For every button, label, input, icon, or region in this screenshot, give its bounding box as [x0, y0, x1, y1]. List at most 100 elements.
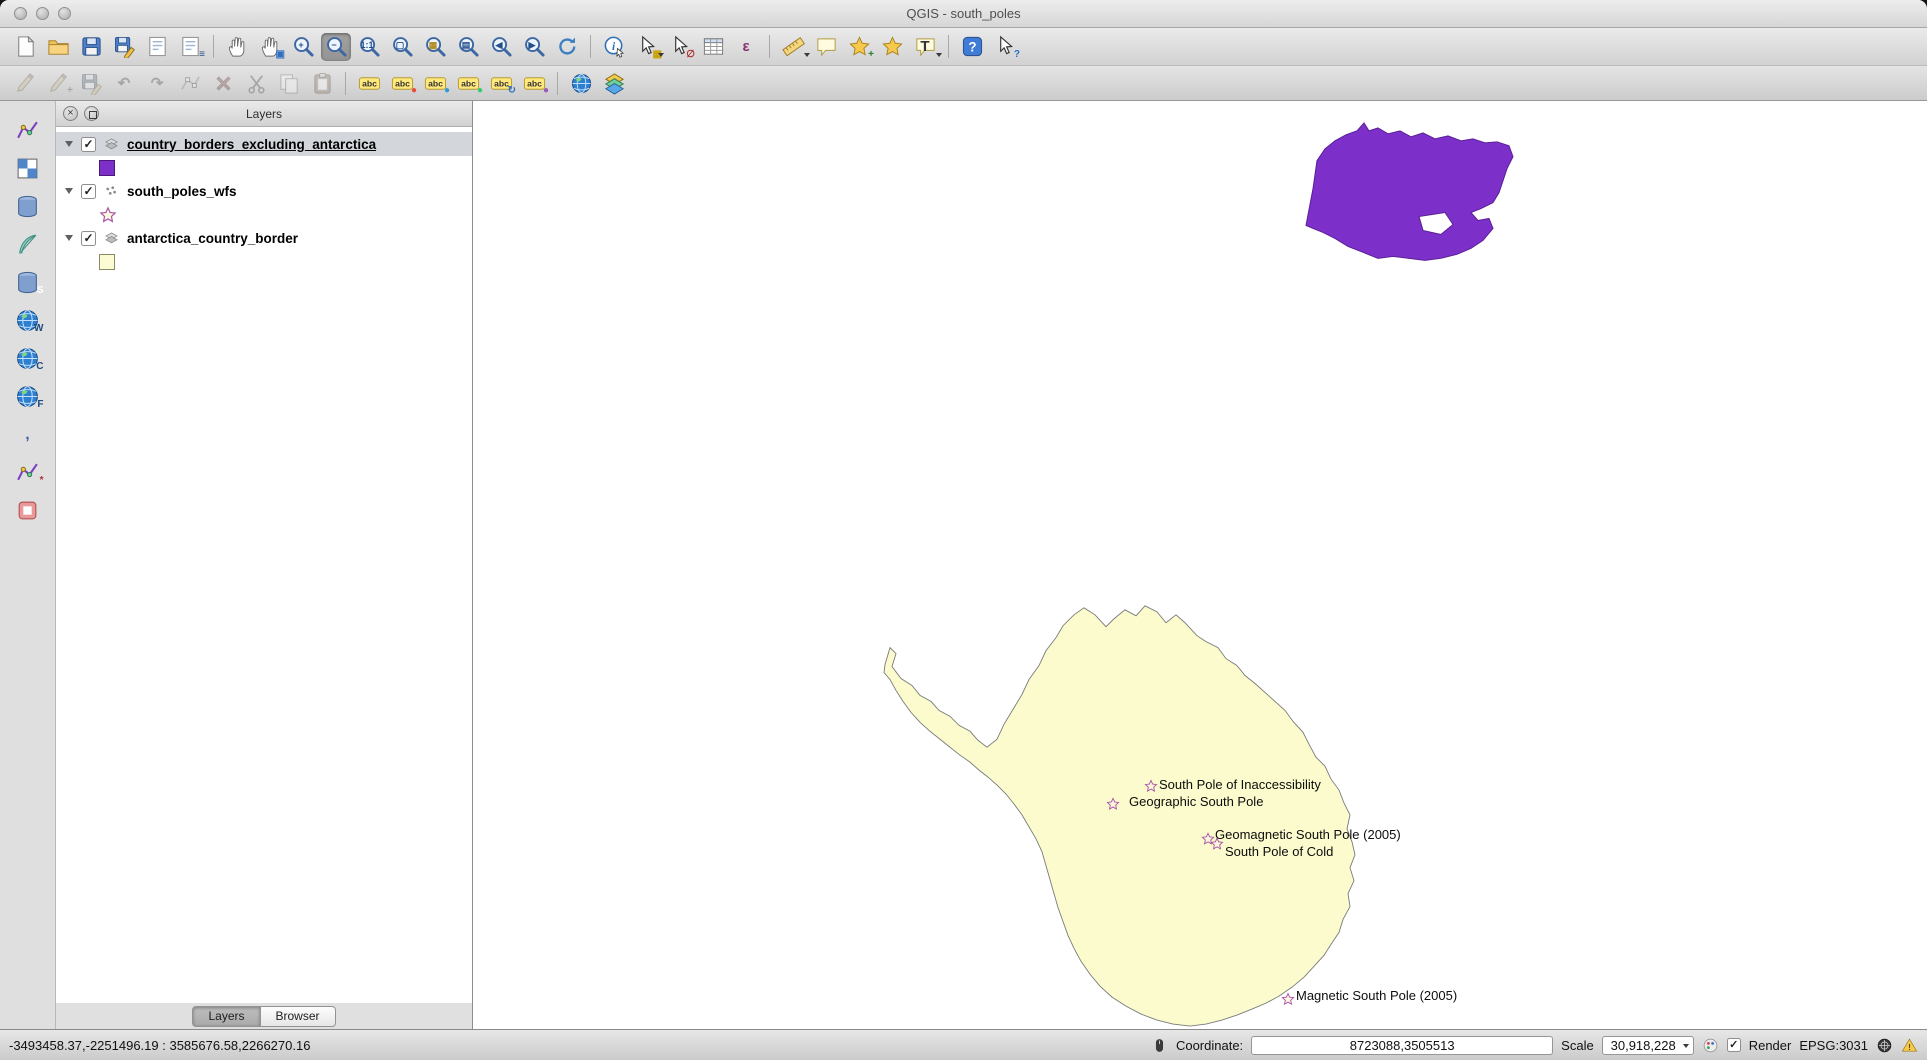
- layer-visibility-checkbox[interactable]: ✓: [81, 231, 96, 246]
- crs-status-icon[interactable]: [1876, 1037, 1893, 1054]
- field-calculator-button[interactable]: ε: [731, 33, 761, 61]
- refresh-map-button[interactable]: [552, 33, 582, 61]
- toggle-editing-icon: [14, 72, 37, 95]
- zoom-last-button[interactable]: ◀: [486, 33, 516, 61]
- open-project-icon: [47, 35, 70, 58]
- disclosure-triangle-icon[interactable]: [65, 235, 73, 241]
- new-project-icon: [14, 35, 37, 58]
- stop-rendering-icon[interactable]: [1702, 1037, 1719, 1054]
- panel-tab-layers[interactable]: Layers: [192, 1006, 260, 1027]
- new-bookmark-button[interactable]: +: [844, 33, 874, 61]
- add-postgis-layer-button[interactable]: [12, 191, 44, 221]
- paste-features-button: [307, 69, 337, 97]
- zoom-full-button[interactable]: ▢: [387, 33, 417, 61]
- toolbar-separator: [557, 72, 558, 95]
- map-tips-button[interactable]: [811, 33, 841, 61]
- add-wms-layer-button[interactable]: W: [12, 305, 44, 335]
- map-tips-icon: [815, 35, 838, 58]
- layer-type-icon: [104, 231, 119, 246]
- openlayers-plugin-button[interactable]: [599, 69, 629, 97]
- add-wcs-layer-button[interactable]: C: [12, 343, 44, 373]
- layer-row[interactable]: ✓antarctica_country_border: [56, 226, 472, 250]
- crs-label: EPSG:3031: [1799, 1038, 1868, 1053]
- render-checkbox[interactable]: ✓: [1727, 1038, 1741, 1052]
- panel-tab-browser[interactable]: Browser: [261, 1006, 336, 1027]
- map-canvas[interactable]: South Pole of InaccessibilityGeographic …: [473, 101, 1927, 1029]
- layer-row[interactable]: ✓country_borders_excluding_antarctica: [56, 132, 472, 156]
- new-shapefile-layer-button[interactable]: *: [12, 457, 44, 487]
- label-tool-button[interactable]: [354, 69, 384, 97]
- label-rotate-button[interactable]: ↻: [486, 69, 516, 97]
- zoom-native-button[interactable]: 1:1: [354, 33, 384, 61]
- open-attribute-table-button[interactable]: [698, 33, 728, 61]
- add-raster-layer-button[interactable]: [12, 153, 44, 183]
- coordinate-input[interactable]: [1251, 1036, 1553, 1055]
- scale-dropdown-icon[interactable]: [1683, 1044, 1689, 1048]
- new-project-button[interactable]: [10, 33, 40, 61]
- disclosure-triangle-icon[interactable]: [65, 141, 73, 147]
- pan-to-selection-icon: [259, 35, 282, 58]
- layer-visibility-checkbox[interactable]: ✓: [81, 137, 96, 152]
- zoom-in-button[interactable]: +: [288, 33, 318, 61]
- zoom-to-selection-icon: [424, 35, 447, 58]
- zoom-full-icon: [391, 35, 414, 58]
- main-toolbar: ≡▣+−1:1▢▦▤◀▶▦∅ε+T?: [0, 28, 1927, 66]
- add-oracle-layer-button[interactable]: [12, 495, 44, 525]
- close-window-button[interactable]: [14, 7, 27, 20]
- node-tool-button: [175, 69, 205, 97]
- panel-close-icon[interactable]: ×: [63, 106, 78, 121]
- redo-edit-icon: [146, 72, 169, 95]
- label-move-button[interactable]: ●: [453, 69, 483, 97]
- zoom-to-layer-button[interactable]: ▤: [453, 33, 483, 61]
- messages-warning-icon[interactable]: [1901, 1037, 1918, 1054]
- help-contents-button[interactable]: [957, 33, 987, 61]
- measure-line-icon: [782, 35, 805, 58]
- copy-features-button: [274, 69, 304, 97]
- label-show-hide-button[interactable]: ●: [420, 69, 450, 97]
- south-pole-marker-icon: [1282, 994, 1293, 1005]
- composer-manager-button[interactable]: ≡: [175, 33, 205, 61]
- pan-map-icon: [226, 35, 249, 58]
- add-wms-layer-icon: [15, 308, 40, 333]
- measure-line-button[interactable]: [778, 33, 808, 61]
- identify-features-button[interactable]: [599, 33, 629, 61]
- select-features-button[interactable]: ▦: [632, 33, 662, 61]
- osm-globe-button[interactable]: [566, 69, 596, 97]
- zoom-next-button[interactable]: ▶: [519, 33, 549, 61]
- label-properties-button[interactable]: ●: [519, 69, 549, 97]
- minimize-window-button[interactable]: [36, 7, 49, 20]
- save-layer-edits-icon: [80, 72, 103, 95]
- add-spatialite-layer-icon: [15, 232, 40, 257]
- add-wfs-layer-button[interactable]: F: [12, 381, 44, 411]
- zoom-out-button[interactable]: −: [321, 33, 351, 61]
- toolbar-separator: [948, 35, 949, 58]
- label-pin-button[interactable]: ●: [387, 69, 417, 97]
- mouse-position-icon[interactable]: [1151, 1037, 1168, 1054]
- show-bookmarks-button[interactable]: [877, 33, 907, 61]
- disclosure-triangle-icon[interactable]: [65, 188, 73, 194]
- new-print-composer-button[interactable]: [142, 33, 172, 61]
- zoom-window-button[interactable]: [58, 7, 71, 20]
- open-project-button[interactable]: [43, 33, 73, 61]
- save-layer-edits-button: [76, 69, 106, 97]
- text-annotation-button[interactable]: T: [910, 33, 940, 61]
- add-spatialite-layer-button[interactable]: [12, 229, 44, 259]
- save-project-button[interactable]: [76, 33, 106, 61]
- add-mssql-layer-button[interactable]: S: [12, 267, 44, 297]
- deselect-features-button[interactable]: ∅: [665, 33, 695, 61]
- layer-visibility-checkbox[interactable]: ✓: [81, 184, 96, 199]
- save-project-as-button[interactable]: [109, 33, 139, 61]
- add-vector-layer-button[interactable]: [12, 115, 44, 145]
- layer-row[interactable]: ✓south_poles_wfs: [56, 179, 472, 203]
- add-delimited-text-layer-button[interactable]: ,: [12, 419, 44, 449]
- composer-manager-icon: [179, 35, 202, 58]
- pan-map-button[interactable]: [222, 33, 252, 61]
- scale-input[interactable]: [1602, 1036, 1694, 1055]
- pan-to-selection-button[interactable]: ▣: [255, 33, 285, 61]
- panel-float-icon[interactable]: [84, 106, 99, 121]
- add-postgis-layer-icon: [15, 194, 40, 219]
- layer-type-icon: [104, 184, 119, 199]
- zoom-next-icon: [523, 35, 546, 58]
- whats-this-button[interactable]: ?: [990, 33, 1020, 61]
- zoom-to-selection-button[interactable]: ▦: [420, 33, 450, 61]
